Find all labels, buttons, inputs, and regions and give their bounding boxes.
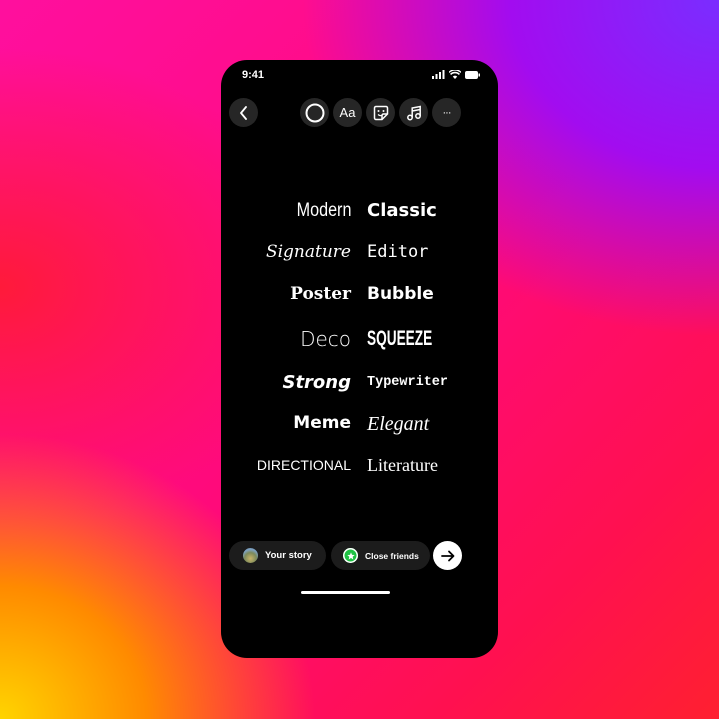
back-button[interactable]: [229, 98, 258, 127]
font-row: Signature Editor: [221, 242, 498, 272]
color-button[interactable]: [300, 98, 329, 127]
font-row: Poster Bubble: [221, 284, 498, 314]
send-button[interactable]: [433, 541, 462, 570]
sticker-icon: [373, 105, 388, 120]
wifi-icon: [449, 70, 461, 79]
font-option-editor[interactable]: Editor: [367, 242, 428, 262]
status-time: 9:41: [242, 69, 265, 81]
star-icon: [343, 548, 358, 563]
arrow-right-icon: [440, 550, 454, 561]
font-option-poster[interactable]: Poster: [290, 284, 351, 304]
phone-screen: 9:41 Aa ··· Modern Classic Signature Edi…: [221, 60, 498, 658]
font-option-signature[interactable]: Signature: [266, 242, 351, 262]
font-option-squeeze[interactable]: SQUEEZE: [367, 327, 432, 351]
close-friends-button[interactable]: Close friends: [331, 541, 430, 570]
battery-icon: [465, 70, 480, 79]
circle-icon: [305, 103, 324, 122]
font-row: DIRECTIONAL Literature: [221, 455, 498, 485]
font-option-literature[interactable]: Literature: [367, 455, 438, 476]
more-button[interactable]: ···: [432, 98, 461, 127]
share-bar: Your story Close friends: [229, 541, 490, 571]
font-option-elegant[interactable]: Elegant: [367, 413, 429, 436]
home-indicator: [301, 591, 390, 594]
sticker-button[interactable]: [366, 98, 395, 127]
font-row: Meme Elegant: [221, 413, 498, 443]
font-option-deco[interactable]: Deco: [300, 327, 351, 351]
font-option-strong[interactable]: Strong: [282, 372, 351, 393]
your-story-button[interactable]: Your story: [229, 541, 326, 570]
font-option-classic[interactable]: Classic: [367, 200, 437, 221]
font-option-meme[interactable]: Meme: [293, 413, 351, 433]
font-row: Strong Typewriter: [221, 372, 498, 402]
font-option-bubble[interactable]: Bubble: [367, 284, 434, 304]
status-bar: 9:41: [242, 69, 480, 83]
avatar: [243, 548, 258, 563]
font-row: Modern Classic: [221, 200, 498, 230]
chevron-left-icon: [239, 105, 247, 120]
music-note-icon: [406, 105, 421, 120]
font-option-directional[interactable]: DIRECTIONAL: [257, 457, 351, 473]
your-story-label: Your story: [265, 550, 312, 561]
text-style-button[interactable]: Aa: [333, 98, 362, 127]
font-option-modern[interactable]: Modern: [296, 200, 351, 222]
text-style-label: Aa: [339, 105, 356, 120]
more-horizontal-icon: ···: [442, 106, 452, 119]
editor-toolbar: Aa ···: [229, 98, 490, 128]
close-friends-label: Close friends: [365, 550, 419, 561]
font-row: Deco SQUEEZE: [221, 327, 498, 357]
cellular-signal-icon: [432, 70, 445, 79]
music-button[interactable]: [399, 98, 428, 127]
font-option-typewriter[interactable]: Typewriter: [367, 375, 448, 390]
